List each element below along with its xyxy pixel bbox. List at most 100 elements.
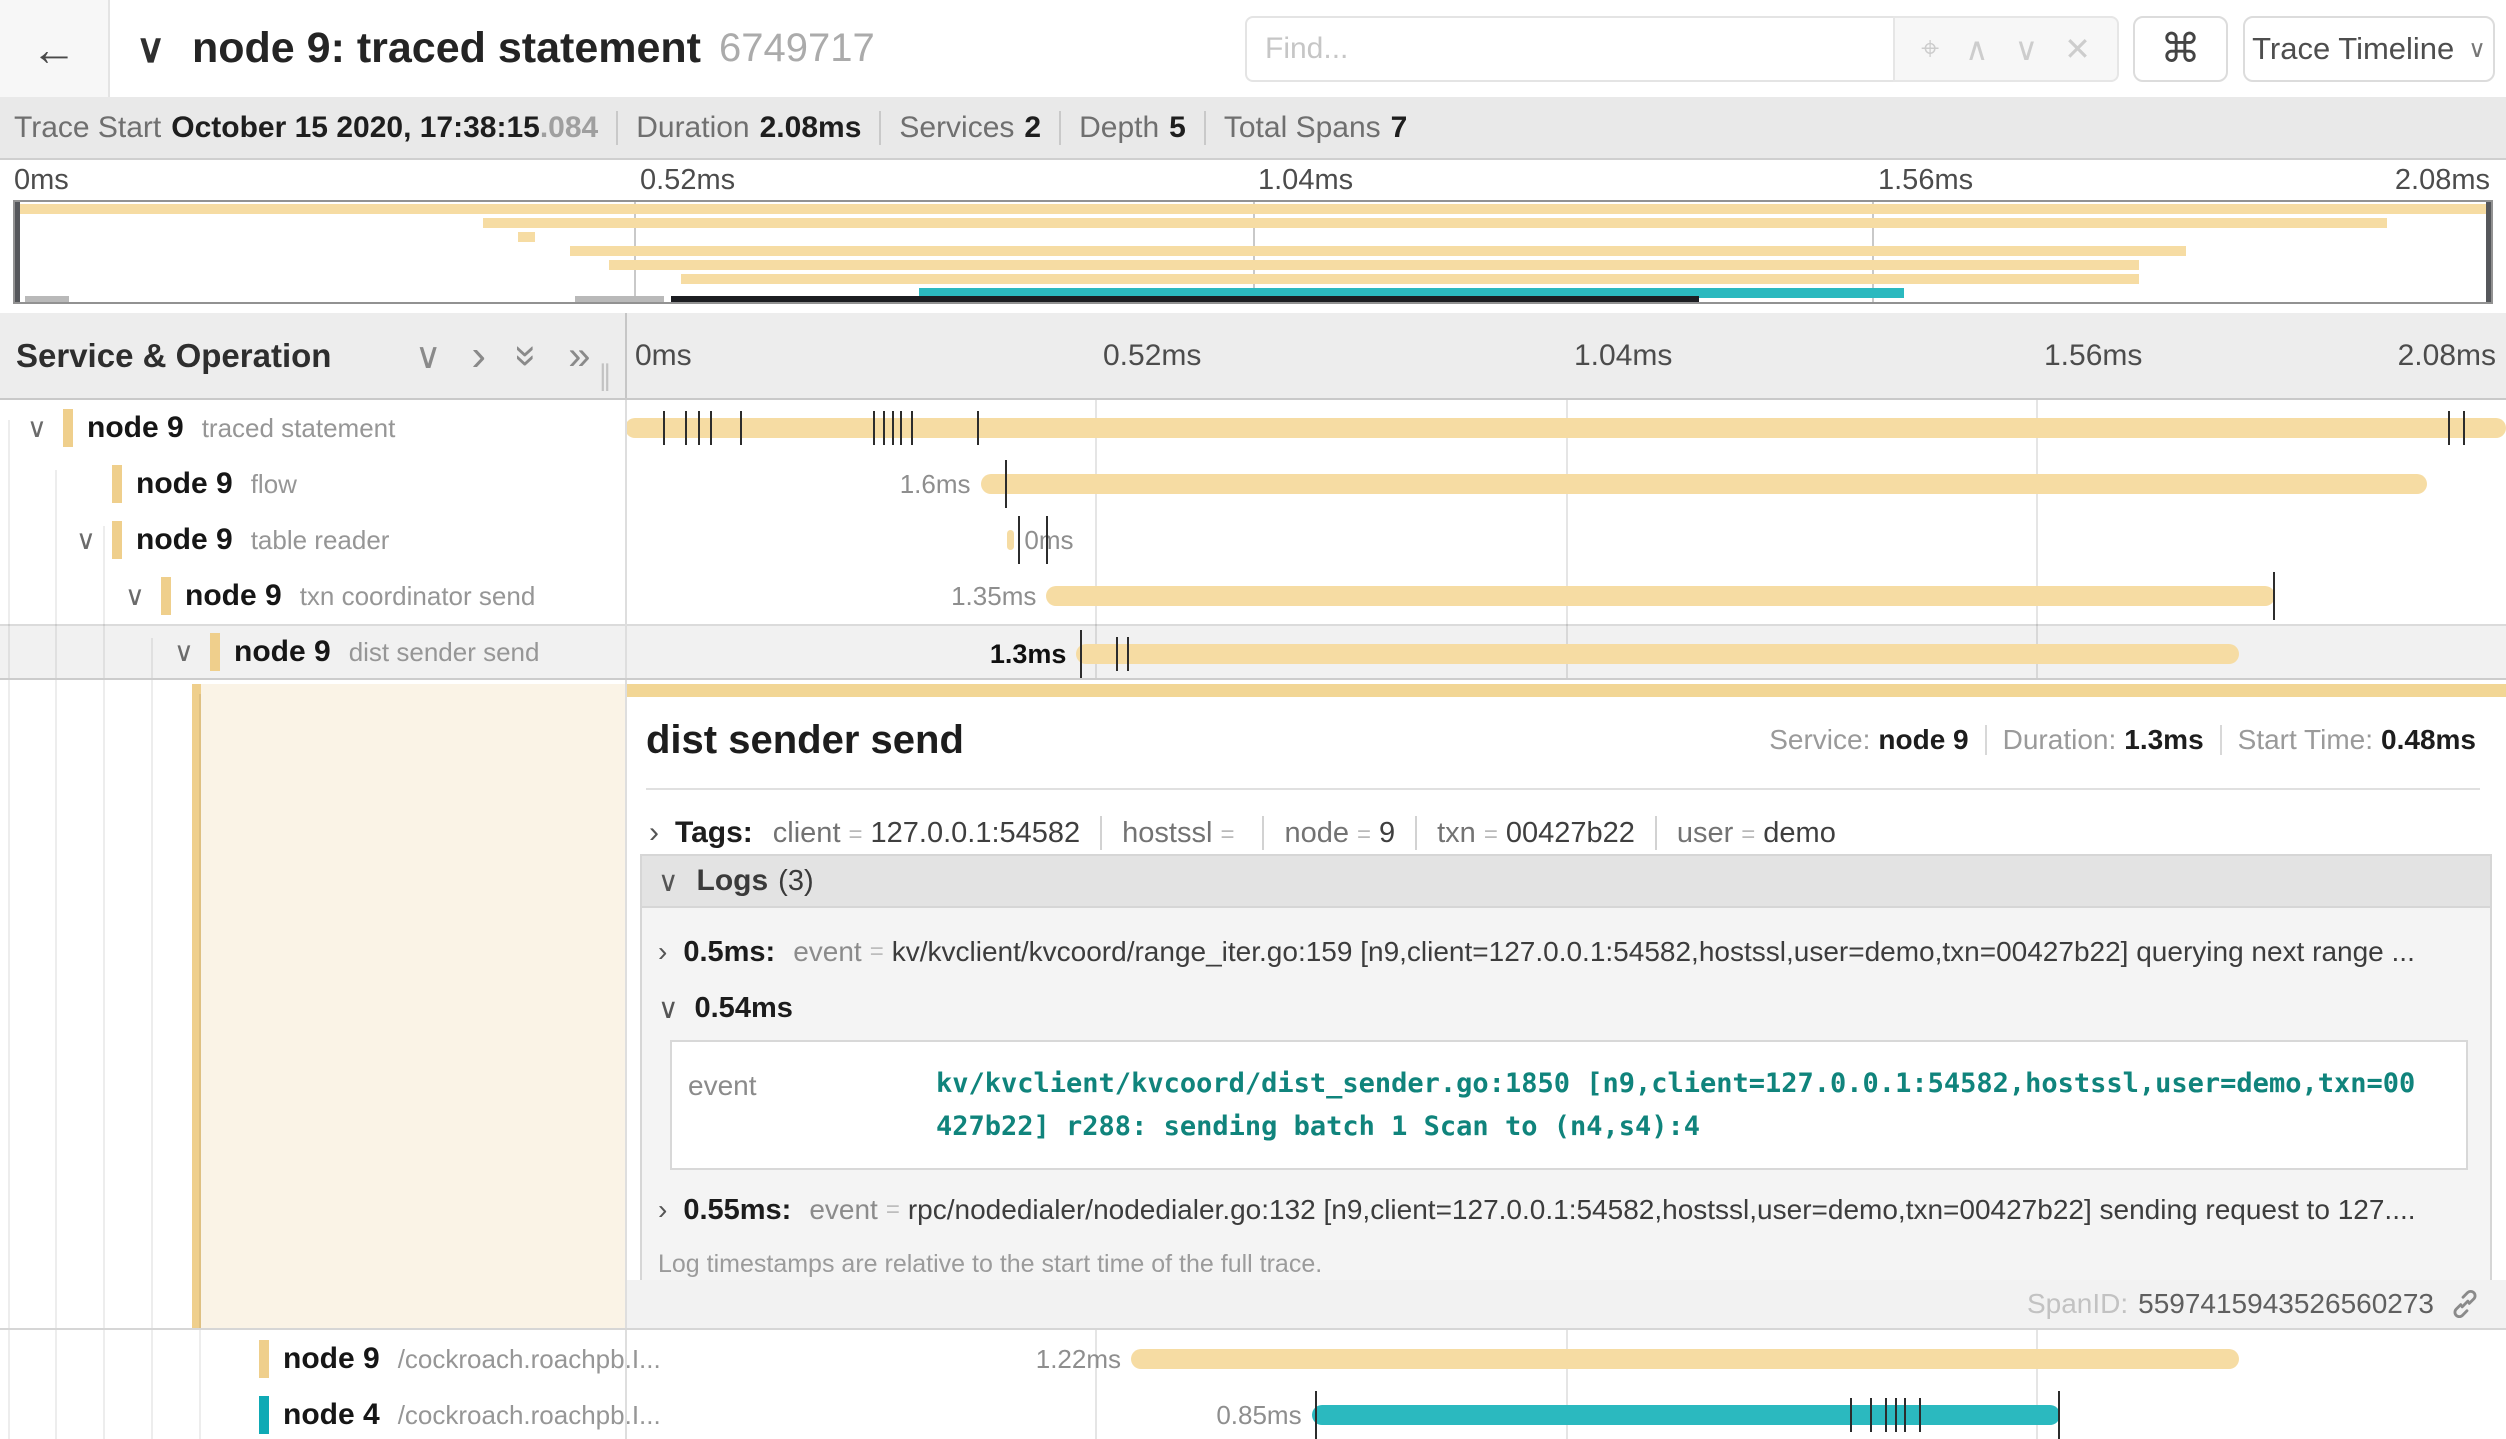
summary-label: Total Spans [1224, 111, 1381, 145]
next-result-icon[interactable]: ∨ [2015, 30, 2038, 68]
tree-guide-line [151, 638, 153, 1439]
log-marker-tick [1904, 1398, 1906, 1432]
span-duration-label: 1.6ms [900, 456, 971, 512]
log-marker-tick [1885, 1398, 1887, 1432]
detail-bottom-border [0, 1328, 2506, 1330]
back-button[interactable]: ← [0, 0, 110, 97]
keyboard-shortcuts-button[interactable]: ⌘ [2133, 16, 2228, 82]
trace-id: 6749717 [719, 26, 875, 71]
range-scrubber-right[interactable] [2486, 202, 2491, 302]
span-bar[interactable] [625, 418, 2506, 438]
chevron-right-icon: › [658, 1194, 667, 1226]
range-scrubber-left[interactable] [15, 202, 20, 302]
summary-label: Services [899, 111, 1014, 145]
log-marker-tick [685, 411, 687, 445]
equals-sign: = [870, 938, 884, 966]
span-duration-label: 1.3ms [990, 626, 1067, 682]
clear-search-icon[interactable]: ✕ [2064, 30, 2091, 68]
span-row-dist-sender-send[interactable]: ∨node 9dist sender send 1.3ms [0, 624, 2506, 680]
meta-value: 0.48ms [2381, 724, 2476, 756]
panel-divider[interactable] [625, 400, 627, 1439]
minimap-span-row [15, 246, 2491, 256]
log-event-table: event kv/kvclient/kvcoord/dist_sender.go… [670, 1040, 2468, 1170]
divider [1985, 725, 1987, 755]
span-bar[interactable] [1007, 530, 1015, 550]
log-value: kv/kvclient/kvcoord/range_iter.go:159 [n… [892, 936, 2435, 968]
row-collapse-icon[interactable]: ∨ [27, 413, 63, 444]
log-entry[interactable]: › 0.55ms: event = rpc/nodedialer/nodedia… [642, 1180, 2490, 1240]
prev-result-icon[interactable]: ∧ [1965, 30, 1988, 68]
summary-label: Duration [636, 111, 749, 145]
detail-meta: Service:node 9 Duration:1.3ms Start Time… [1769, 724, 2476, 756]
minimap-span-row [15, 274, 2491, 284]
span-row-node4-cockroach-roachpb[interactable]: ∨node 4/cockroach.roachpb.I... 0.85ms [0, 1387, 2506, 1439]
chevron-down-icon: ∨ [658, 992, 679, 1025]
divider [1655, 816, 1657, 850]
span-row-node9-cockroach-roachpb[interactable]: ∨node 9/cockroach.roachpb.I... 1.22ms [0, 1331, 2506, 1387]
row-collapse-icon[interactable]: ∨ [76, 525, 112, 556]
log-marker-tick [1127, 637, 1129, 671]
span-bar[interactable] [981, 474, 2427, 494]
divider [2220, 725, 2222, 755]
log-marker-tick [892, 411, 894, 445]
service-name: node 9 [234, 635, 331, 669]
detail-left-accent-bar [192, 684, 201, 1328]
collapse-all-icon[interactable]: » [507, 344, 547, 366]
log-entry[interactable]: › 0.5ms: event = kv/kvclient/kvcoord/ran… [642, 922, 2490, 982]
service-color-swatch [210, 633, 220, 671]
span-row-flow[interactable]: ∨node 9flow 1.6ms [0, 456, 2506, 512]
minimap-span-rows [15, 204, 2491, 302]
log-marker-tick [1850, 1398, 1852, 1432]
log-marker-tick [977, 411, 979, 445]
span-bar[interactable] [1046, 586, 2274, 606]
log-marker-tick [698, 411, 700, 445]
row-collapse-icon[interactable]: ∨ [174, 637, 210, 668]
span-bar[interactable] [1131, 1349, 2239, 1369]
ruler-tick-label: 1.04ms [1574, 313, 1672, 398]
tag-item: txn=00427b22 [1437, 817, 1635, 850]
tags-row[interactable]: › Tags: client=127.0.0.1:54582 hostssl= … [649, 808, 1836, 858]
collapse-one-icon[interactable]: ∨ [415, 338, 441, 374]
divider [1204, 111, 1206, 145]
locate-icon[interactable]: ⌖ [1921, 30, 1939, 68]
summary-label: Trace Start [14, 111, 161, 145]
chevron-down-icon: ∨ [2468, 35, 2486, 64]
minimap-tick-label: 1.04ms [1258, 164, 1353, 197]
logs-header[interactable]: ∨ Logs (3) [642, 856, 2490, 908]
service-color-swatch [112, 465, 122, 503]
log-marker-tick [1919, 1398, 1921, 1432]
view-selector-button[interactable]: Trace Timeline ∨ [2243, 16, 2495, 82]
span-duration-label: 1.22ms [1036, 1331, 1121, 1387]
collapse-trace-icon[interactable]: ∨ [136, 0, 165, 97]
service-color-swatch [161, 577, 171, 615]
minimap-canvas[interactable] [13, 200, 2493, 304]
log-marker-tick [1870, 1398, 1872, 1432]
copy-link-icon[interactable] [2448, 1287, 2482, 1321]
span-bar[interactable] [1312, 1405, 2061, 1425]
divider [1415, 816, 1417, 850]
chevron-right-icon: › [649, 816, 659, 850]
minimap-span-bar [483, 218, 2387, 228]
meta-value: 1.3ms [2124, 724, 2203, 756]
tag-item: client=127.0.0.1:54582 [773, 817, 1080, 850]
page-title: node 9: traced statement 6749717 [192, 0, 875, 97]
minimap-span-bar [609, 260, 2139, 270]
service-color-swatch [259, 1396, 269, 1434]
span-row-table-reader[interactable]: ∨node 9table reader 0ms [0, 512, 2506, 568]
column-resize-grip[interactable]: ∥ [598, 359, 612, 392]
minimap-span-row [15, 204, 2491, 214]
find-input[interactable] [1247, 18, 1893, 80]
span-id-value: 5597415943526560273 [2138, 1288, 2434, 1320]
expand-one-icon[interactable]: › [471, 334, 486, 378]
row-collapse-icon[interactable]: ∨ [125, 581, 161, 612]
service-color-swatch [63, 409, 73, 447]
log-time: 0.54ms [695, 992, 793, 1025]
span-row-traced-statement[interactable]: ∨node 9traced statement [0, 400, 2506, 456]
span-row-txn-coordinator-send[interactable]: ∨node 9txn coordinator send 1.35ms [0, 568, 2506, 624]
log-entry-expanded-header[interactable]: ∨ 0.54ms [642, 982, 2490, 1034]
span-bar[interactable] [1076, 644, 2238, 664]
expand-all-icon[interactable]: » [568, 336, 590, 376]
meta-value: node 9 [1878, 724, 1968, 756]
operation-name: txn coordinator send [300, 581, 536, 612]
service-name: node 9 [185, 579, 282, 613]
